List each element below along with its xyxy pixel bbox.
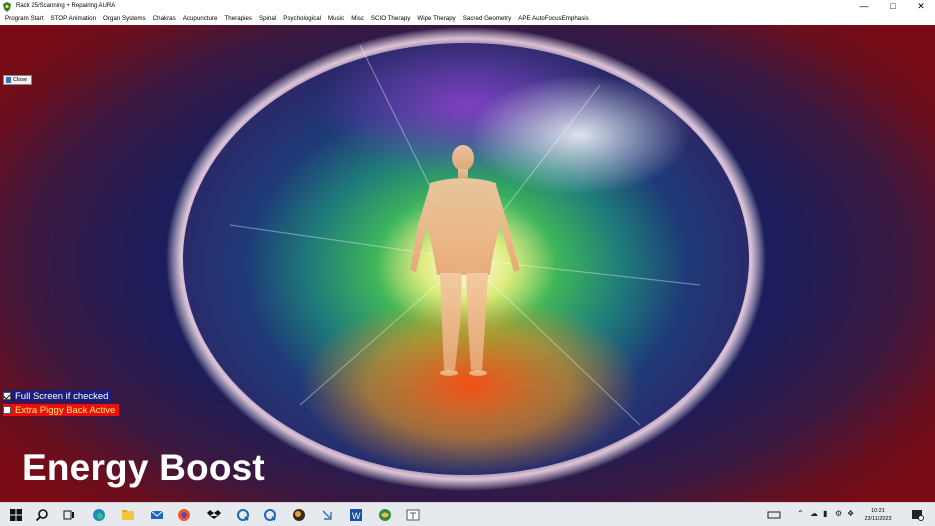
window-title: Rack 25/Scanning + Repairing AURA xyxy=(16,3,116,9)
chevron-up-icon[interactable]: ⌃ xyxy=(797,509,804,518)
minimize-button[interactable]: — xyxy=(849,0,879,13)
menu-item-organ-systems[interactable]: Organ Systems xyxy=(103,13,146,25)
menu-item-chakras[interactable]: Chakras xyxy=(153,13,176,25)
dropbox-icon[interactable] xyxy=(207,508,221,522)
file-explorer-icon[interactable] xyxy=(121,508,135,522)
menu-item-therapies[interactable]: Therapies xyxy=(224,13,252,25)
search-icon[interactable] xyxy=(35,508,49,522)
close-window-button[interactable]: ✕ xyxy=(906,0,935,13)
cloud-icon[interactable]: ☁ xyxy=(810,509,818,518)
menu-item-wipe-therapy[interactable]: Wipe Therapy xyxy=(417,13,455,25)
taskbar: W ⌃ ☁ ▮ ⚙ ❖ 10:21 23/11/2023 xyxy=(0,502,935,526)
menu-item-misc[interactable]: Misc xyxy=(351,13,364,25)
network-icon[interactable]: ❖ xyxy=(847,509,854,518)
clock-time[interactable]: 10:21 xyxy=(858,508,898,514)
edge-icon[interactable] xyxy=(92,508,106,522)
task-view-icon[interactable] xyxy=(62,508,76,522)
menu-item-scio-therapy[interactable]: SCIO Therapy xyxy=(371,13,410,25)
piggyback-checkbox[interactable] xyxy=(3,406,11,414)
person-icon xyxy=(6,77,11,83)
battery-icon[interactable]: ▮ xyxy=(823,509,827,518)
mail-icon[interactable] xyxy=(150,508,164,522)
fullscreen-checkbox[interactable] xyxy=(3,392,11,400)
energy-boost-caption: Energy Boost xyxy=(22,447,265,488)
aura-image xyxy=(166,27,766,491)
menu-item-ape-autofocus[interactable]: APE AutoFocusEmphasis xyxy=(518,13,589,25)
firefox-icon[interactable] xyxy=(177,508,191,522)
menu-bar: Program Start STOP Animation Organ Syste… xyxy=(0,13,935,25)
close-button[interactable]: Close xyxy=(3,75,33,85)
app-globe-icon[interactable] xyxy=(378,508,392,522)
menu-item-spinal[interactable]: Spinal xyxy=(259,13,276,25)
menu-item-music[interactable]: Music xyxy=(328,13,344,25)
close-button-label: Close xyxy=(13,77,28,83)
title-bar: Rack 25/Scanning + Repairing AURA — □ ✕ xyxy=(0,0,935,13)
app-q-icon[interactable] xyxy=(236,508,250,522)
keyboard-icon[interactable] xyxy=(767,508,781,522)
menu-item-sacred-geometry[interactable]: Sacred Geometry xyxy=(463,13,512,25)
windows-start-icon[interactable] xyxy=(9,508,23,522)
fullscreen-label: Full Screen if checked xyxy=(15,390,109,402)
piggyback-checkbox-row[interactable]: Extra Piggy Back Active xyxy=(3,404,120,416)
app-window-icon[interactable] xyxy=(406,508,420,522)
settings-icon[interactable]: ⚙ xyxy=(835,509,842,518)
word-icon[interactable]: W xyxy=(349,508,363,522)
app-q2-icon[interactable] xyxy=(263,508,277,522)
clock-date[interactable]: 23/11/2023 xyxy=(858,516,898,522)
app-arrow-icon[interactable] xyxy=(320,508,334,522)
app-ball-icon[interactable] xyxy=(292,508,306,522)
aura-display: Close Full Screen if checked Extra Piggy… xyxy=(0,25,935,502)
menu-item-psychological[interactable]: Psychological xyxy=(283,13,321,25)
app-shield-icon xyxy=(3,1,11,12)
fullscreen-checkbox-row[interactable]: Full Screen if checked xyxy=(3,390,113,402)
menu-item-stop-animation[interactable]: STOP Animation xyxy=(51,13,97,25)
menu-item-acupuncture[interactable]: Acupuncture xyxy=(183,13,218,25)
menu-item-program-start[interactable]: Program Start xyxy=(5,13,44,25)
piggyback-label: Extra Piggy Back Active xyxy=(15,404,116,416)
svg-text:W: W xyxy=(352,511,361,521)
notification-icon[interactable] xyxy=(910,508,924,522)
maximize-button[interactable]: □ xyxy=(878,0,908,13)
